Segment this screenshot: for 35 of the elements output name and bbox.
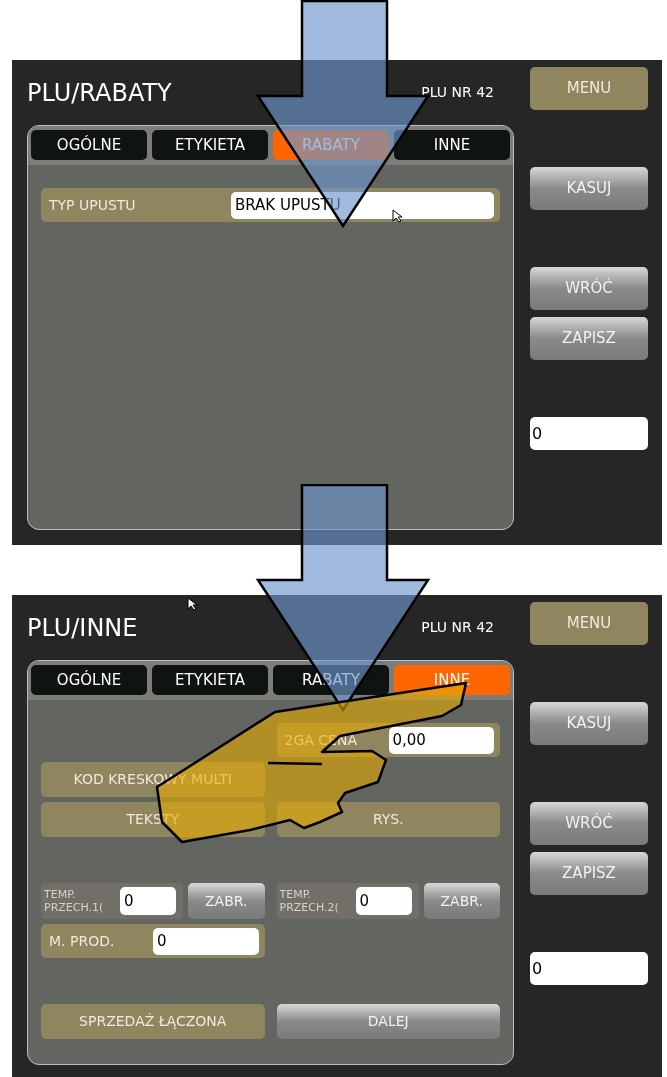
side-button[interactable]: MENU (530, 602, 648, 645)
plu-number: PLU NR 42 (421, 618, 494, 637)
input-field[interactable]: 0 (530, 417, 648, 450)
input-field[interactable]: 0 (355, 887, 412, 915)
mouse-cursor-icon (392, 209, 404, 223)
side-button[interactable]: ZAPISZ (530, 317, 648, 360)
tab[interactable]: RABATY (273, 130, 389, 160)
side-button[interactable]: ZAPISZ (530, 852, 648, 895)
field-label: TEMP. PRZECH.1( (44, 888, 105, 914)
tab[interactable]: OGÓLNE (31, 130, 147, 160)
side-button[interactable]: WRÓĆ (530, 802, 648, 845)
tab[interactable]: INNE (394, 130, 510, 160)
side-button[interactable]: MENU (530, 67, 648, 110)
screen-title: PLU/INNE (27, 612, 138, 644)
side-button[interactable]: WRÓĆ (530, 267, 648, 310)
zabr-button[interactable]: ZABR. (188, 883, 265, 919)
field-label: TEMP. PRZECH.2( (279, 888, 340, 914)
side-button[interactable]: KASUJ (530, 167, 648, 210)
option-button[interactable]: RYS. (276, 802, 500, 837)
input-field[interactable]: 0 (120, 887, 176, 915)
field-label: TYP UPUSTU (49, 195, 137, 215)
screen-title: PLU/RABATY (27, 77, 172, 109)
side-button[interactable]: KASUJ (530, 702, 648, 745)
field-label: M. PROD. (49, 931, 116, 951)
tab[interactable]: OGÓLNE (31, 665, 147, 695)
mouse-cursor-icon (187, 597, 199, 611)
tab[interactable]: ETYKIETA (152, 130, 268, 160)
option-button[interactable]: SPRZEDAŻ ŁĄCZONA (41, 1004, 265, 1039)
input-field[interactable]: 0 (530, 952, 648, 985)
input-field[interactable]: 0,00 (388, 726, 494, 754)
zabr-button[interactable]: ZABR. (423, 883, 500, 919)
option-button[interactable]: DALEJ (276, 1004, 500, 1039)
plu-number: PLU NR 42 (421, 83, 494, 102)
tab[interactable]: ETYKIETA (152, 665, 268, 695)
input-field[interactable]: 0 (153, 927, 259, 955)
